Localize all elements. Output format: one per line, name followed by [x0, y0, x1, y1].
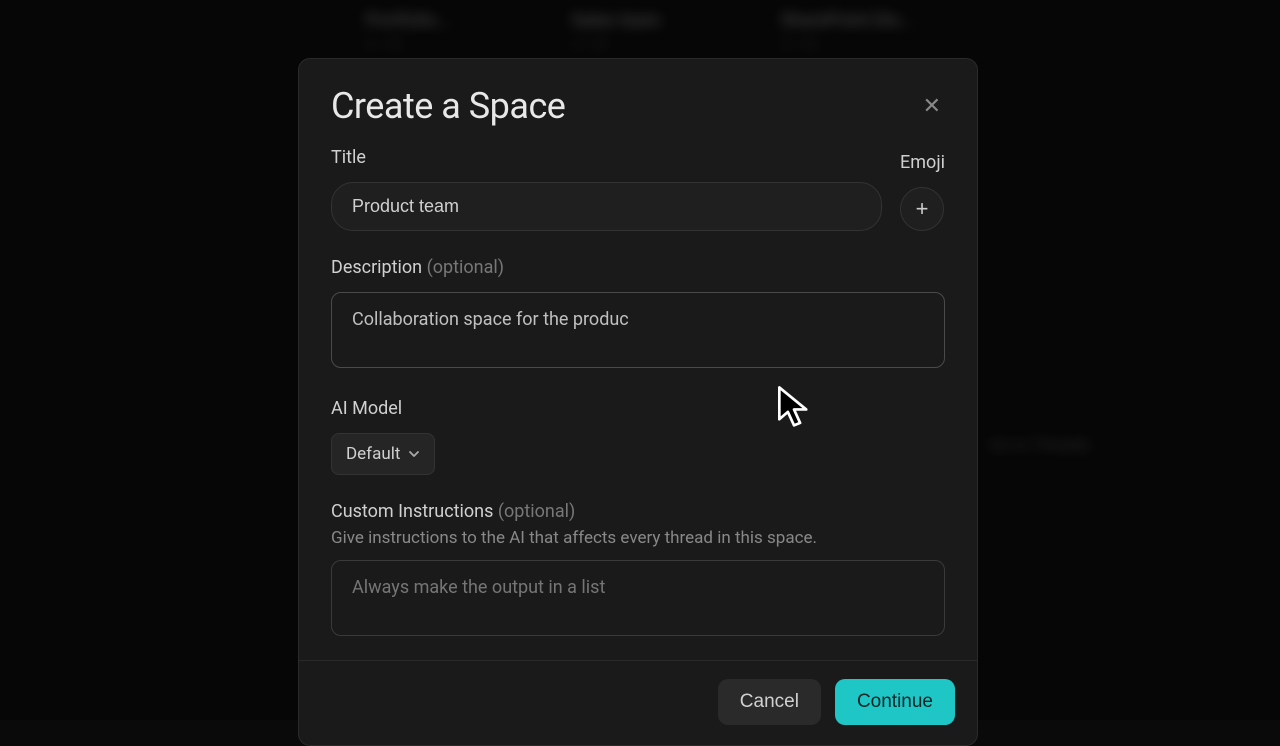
- description-input[interactable]: [331, 292, 945, 368]
- title-emoji-row: Title Emoji +: [331, 147, 945, 231]
- title-input[interactable]: [331, 182, 882, 231]
- ai-model-dropdown[interactable]: Default: [331, 433, 435, 475]
- description-label: Description (optional): [331, 257, 945, 278]
- custom-instructions-input[interactable]: [331, 560, 945, 636]
- continue-button[interactable]: Continue: [835, 679, 955, 725]
- title-field-wrap: Title: [331, 147, 882, 231]
- modal-title: Create a Space: [331, 85, 565, 127]
- emoji-label: Emoji: [900, 152, 945, 173]
- title-label: Title: [331, 147, 882, 168]
- create-space-modal: Create a Space ✕ Title Emoji + Descripti…: [298, 58, 978, 746]
- close-button[interactable]: ✕: [919, 91, 945, 121]
- chevron-down-icon: [408, 448, 420, 460]
- ai-model-section: AI Model Default: [331, 398, 945, 475]
- modal-body: Title Emoji + Description (optional) AI …: [299, 147, 977, 660]
- modal-footer: Cancel Continue: [299, 660, 977, 745]
- ai-model-value: Default: [346, 444, 400, 464]
- modal-header: Create a Space ✕: [299, 59, 977, 147]
- description-label-text: Description: [331, 257, 422, 278]
- emoji-field-wrap: Emoji +: [900, 152, 945, 231]
- custom-instructions-helper: Give instructions to the AI that affects…: [331, 528, 945, 548]
- custom-instructions-optional: (optional): [498, 501, 575, 522]
- custom-instructions-label-text: Custom Instructions: [331, 501, 493, 522]
- cancel-button[interactable]: Cancel: [718, 679, 821, 725]
- custom-instructions-label: Custom Instructions (optional): [331, 501, 945, 522]
- description-optional: (optional): [427, 257, 504, 278]
- close-icon: ✕: [923, 93, 941, 118]
- add-emoji-button[interactable]: +: [900, 187, 944, 231]
- ai-model-label: AI Model: [331, 398, 945, 419]
- plus-icon: +: [916, 196, 929, 222]
- custom-instructions-section: Custom Instructions (optional) Give inst…: [331, 501, 945, 640]
- description-section: Description (optional): [331, 257, 945, 372]
